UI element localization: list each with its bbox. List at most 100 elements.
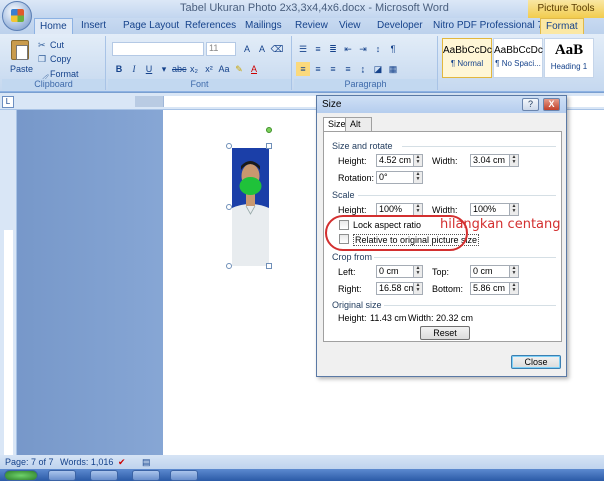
paste-button[interactable]: Paste <box>10 64 33 74</box>
tab-format[interactable]: Format <box>540 18 584 34</box>
spin-arrows-icon[interactable]: ▲ ▼ <box>413 283 422 294</box>
crop-right-input[interactable]: 16.58 cm ▲ ▼ <box>376 282 423 295</box>
resize-handle-b[interactable] <box>266 263 272 269</box>
crop-bottom-input[interactable]: 5.86 cm ▲ ▼ <box>470 282 519 295</box>
align-center-button[interactable]: ≡ <box>311 62 325 76</box>
height-input[interactable]: 4.52 cm ▲ ▼ <box>376 154 423 167</box>
taskbar-browser[interactable] <box>90 470 118 481</box>
spin-arrows-icon[interactable]: ▲ ▼ <box>413 204 422 215</box>
tab-nitro[interactable]: Nitro PDF Professional 7 <box>428 18 548 34</box>
ruler-margin-left <box>135 96 163 107</box>
annotation-text: hilangkan centang <box>440 217 561 232</box>
ribbon-tabs: Home Insert Page Layout References Maili… <box>0 18 604 35</box>
multilevel-button[interactable]: ≣ <box>326 42 340 56</box>
resize-handle-t[interactable] <box>266 143 272 149</box>
crop-right-label: Right: <box>338 284 362 294</box>
decrease-indent-button[interactable]: ⇤ <box>341 42 355 56</box>
crop-left-input[interactable]: 0 cm ▲ ▼ <box>376 265 423 278</box>
shrink-font-button[interactable]: A <box>255 42 269 56</box>
spin-arrows-icon[interactable]: ▲ ▼ <box>509 204 518 215</box>
clear-format-button[interactable]: ⌫ <box>270 42 284 56</box>
reset-button[interactable]: Reset <box>420 326 470 340</box>
taskbar-explorer[interactable] <box>48 470 76 481</box>
italic-button[interactable]: I <box>127 62 141 76</box>
copy-button[interactable]: ❐ Copy <box>38 54 71 64</box>
strikethrough-button[interactable]: abc <box>172 62 187 76</box>
spin-arrows-icon[interactable]: ▲ ▼ <box>413 155 422 166</box>
office-button[interactable] <box>2 1 32 31</box>
tab-home[interactable]: Home <box>34 18 73 35</box>
resize-handle-l[interactable] <box>226 204 232 210</box>
rotation-input[interactable]: 0° ▲ ▼ <box>376 171 423 184</box>
align-right-button[interactable]: ≡ <box>326 62 340 76</box>
tab-alt-text[interactable]: Alt Text <box>345 117 372 142</box>
tab-page-layout[interactable]: Page Layout <box>118 18 184 34</box>
numbering-button[interactable]: ≡ <box>311 42 325 56</box>
line-spacing-button[interactable]: ↨ <box>356 62 370 76</box>
style-no-spacing[interactable]: AaBbCcDc ¶ No Spaci... <box>493 38 543 78</box>
spin-arrows-icon[interactable]: ▲ ▼ <box>509 266 518 277</box>
tab-selector-button[interactable]: L <box>2 96 14 108</box>
taskbar <box>0 469 604 481</box>
cut-button[interactable]: ✂ Cut <box>38 40 64 50</box>
spin-arrows-icon[interactable]: ▲ ▼ <box>509 283 518 294</box>
dialog-close-x-button[interactable]: X <box>543 98 560 111</box>
macro-icon[interactable]: ▤ <box>142 457 151 468</box>
tab-view[interactable]: View <box>334 18 366 34</box>
subscript-button[interactable]: x₂ <box>187 62 201 76</box>
borders-button[interactable]: ▦ <box>386 62 400 76</box>
tab-mailings[interactable]: Mailings <box>240 18 287 34</box>
increase-indent-button[interactable]: ⇥ <box>356 42 370 56</box>
sort-button[interactable]: ↕ <box>371 42 385 56</box>
underline-button[interactable]: U <box>142 62 156 76</box>
close-button[interactable]: Close <box>511 355 561 369</box>
tab-references[interactable]: References <box>180 18 241 34</box>
superscript-button[interactable]: x² <box>202 62 216 76</box>
style-normal[interactable]: AaBbCcDc ¶ Normal <box>442 38 492 78</box>
clipboard-group-label: Clipboard <box>2 79 105 90</box>
help-button[interactable]: ? <box>522 98 539 111</box>
width-input[interactable]: 3.04 cm ▲ ▼ <box>470 154 519 167</box>
bullets-button[interactable]: ☰ <box>296 42 310 56</box>
original-height-value: 11.43 cm <box>370 313 407 323</box>
page-count[interactable]: Page: 7 of 7 <box>5 457 54 467</box>
rotate-handle[interactable] <box>266 127 272 133</box>
start-button[interactable] <box>4 470 38 481</box>
selected-photo[interactable] <box>232 148 269 266</box>
shading-button[interactable]: ◪ <box>371 62 385 76</box>
show-marks-button[interactable]: ¶ <box>386 42 400 56</box>
font-size-select[interactable]: 11 <box>206 42 236 56</box>
align-left-button[interactable]: ≡ <box>296 62 310 76</box>
rotation-value: 0° <box>379 172 388 182</box>
grow-font-button[interactable]: A <box>240 42 254 56</box>
font-color-button[interactable]: A <box>247 62 261 76</box>
bold-button[interactable]: B <box>112 62 126 76</box>
change-case-button[interactable]: Aa <box>217 62 231 76</box>
original-size-title: Original size <box>332 300 382 310</box>
underline-dropdown[interactable]: ▾ <box>157 62 171 76</box>
crop-top-input[interactable]: 0 cm ▲ ▼ <box>470 265 519 278</box>
paste-icon[interactable] <box>11 40 29 60</box>
justify-button[interactable]: ≡ <box>341 62 355 76</box>
spin-arrows-icon[interactable]: ▲ ▼ <box>509 155 518 166</box>
tab-developer[interactable]: Developer <box>372 18 428 34</box>
resize-handle-tl[interactable] <box>226 143 232 149</box>
highlight-button[interactable]: ✎ <box>232 62 246 76</box>
tab-review[interactable]: Review <box>290 18 333 34</box>
font-format-buttons: B I U ▾ abc x₂ x² Aa ✎ A <box>112 62 261 76</box>
resize-handle-bl[interactable] <box>226 263 232 269</box>
font-name-select[interactable] <box>112 42 204 56</box>
style-heading-1[interactable]: AaB Heading 1 <box>544 38 594 78</box>
taskbar-media[interactable] <box>132 470 160 481</box>
scale-width-input[interactable]: 100% ▲ ▼ <box>470 203 519 216</box>
paragraph-group-label: Paragraph <box>294 79 437 90</box>
tab-insert[interactable]: Insert <box>76 18 111 34</box>
spin-arrows-icon[interactable]: ▲ ▼ <box>413 266 422 277</box>
word-count[interactable]: Words: 1,016 <box>60 457 113 467</box>
taskbar-word[interactable] <box>170 470 198 481</box>
proofing-icon[interactable]: ✔ <box>118 457 126 468</box>
spin-arrows-icon[interactable]: ▲ ▼ <box>413 172 422 183</box>
vertical-ruler[interactable] <box>0 110 17 455</box>
crop-top-value: 0 cm <box>473 266 493 276</box>
crop-bottom-value: 5.86 cm <box>473 283 506 293</box>
